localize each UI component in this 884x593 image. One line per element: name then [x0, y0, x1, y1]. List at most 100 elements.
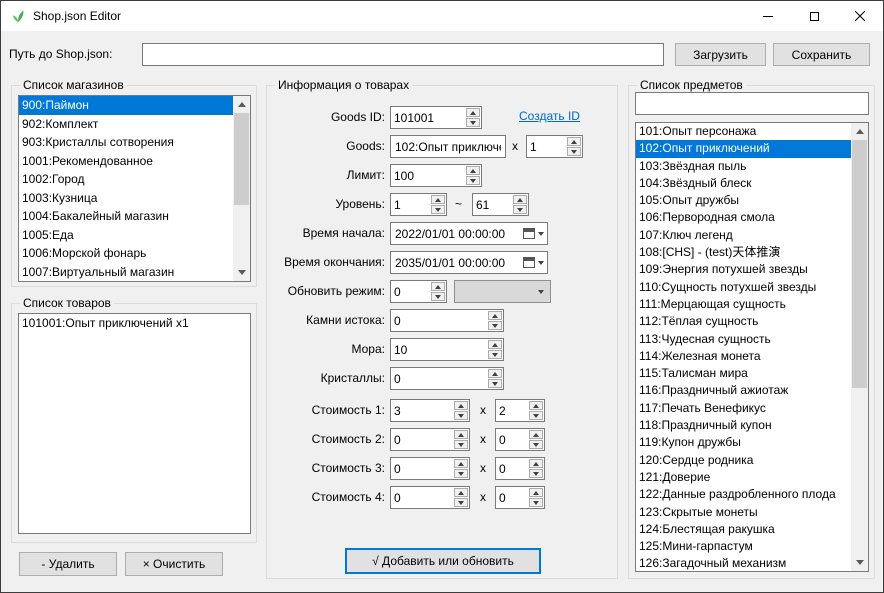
- list-item[interactable]: 101:Опыт персонажа: [636, 123, 851, 140]
- save-button[interactable]: Сохранить: [773, 43, 870, 66]
- list-item[interactable]: 903:Кристаллы сотворения: [19, 133, 233, 152]
- list-item[interactable]: 1005:Еда: [19, 226, 233, 245]
- list-item[interactable]: 114:Железная монета: [636, 348, 851, 365]
- list-item[interactable]: 103:Звёздная пыль: [636, 158, 851, 175]
- maximize-button[interactable]: [791, 1, 837, 31]
- crystal-input[interactable]: [391, 368, 487, 389]
- goods-id-input[interactable]: [391, 107, 465, 128]
- list-item[interactable]: 117:Печать Венефикус: [636, 400, 851, 417]
- level-min-input[interactable]: [391, 194, 430, 215]
- mora-input[interactable]: [391, 339, 487, 360]
- cost-4-count-input[interactable]: [496, 487, 528, 508]
- spin-down-button[interactable]: [488, 321, 502, 330]
- spin-up-button[interactable]: [431, 282, 445, 291]
- spin-up-button[interactable]: [529, 430, 543, 439]
- item-listbox[interactable]: 101:Опыт персонажа102:Опыт приключений10…: [635, 122, 869, 572]
- path-input[interactable]: [142, 43, 664, 66]
- list-item[interactable]: 121:Доверие: [636, 469, 851, 486]
- spin-down-button[interactable]: [431, 292, 445, 301]
- list-item[interactable]: 902:Комплект: [19, 115, 233, 134]
- list-item[interactable]: 112:Тёплая сущность: [636, 313, 851, 330]
- list-item[interactable]: 111:Мерцающая сущность: [636, 296, 851, 313]
- limit-input[interactable]: [391, 165, 465, 186]
- goods-input[interactable]: [390, 135, 506, 158]
- scroll-thumb[interactable]: [852, 140, 867, 388]
- list-item[interactable]: 106:Первородная смола: [636, 209, 851, 226]
- spin-down-button[interactable]: [529, 411, 543, 420]
- list-item[interactable]: 126:Загадочный механизм: [636, 555, 851, 571]
- list-item[interactable]: 123:Скрытые монеты: [636, 504, 851, 521]
- refresh-mode-combo[interactable]: [454, 280, 551, 303]
- spin-up-button[interactable]: [431, 195, 445, 204]
- list-item[interactable]: 109:Энергия потухшей звезды: [636, 261, 851, 278]
- spin-down-button[interactable]: [529, 498, 543, 507]
- scroll-down-button[interactable]: [233, 264, 250, 281]
- spin-up-button[interactable]: [454, 459, 468, 468]
- item-search-input[interactable]: [635, 92, 869, 115]
- cost-4-id-input[interactable]: [391, 487, 453, 508]
- level-max-input[interactable]: [473, 194, 512, 215]
- refresh-mode-input[interactable]: [391, 281, 430, 302]
- spin-down-button[interactable]: [567, 147, 581, 156]
- cost-3-id-input[interactable]: [391, 458, 453, 479]
- shop-list-scrollbar[interactable]: [233, 96, 250, 281]
- spin-down-button[interactable]: [488, 379, 502, 388]
- cost-2-id-input[interactable]: [391, 429, 453, 450]
- cost-2-count-input[interactable]: [496, 429, 528, 450]
- spin-up-button[interactable]: [454, 488, 468, 497]
- end-time-input[interactable]: [391, 256, 519, 270]
- list-item[interactable]: 124:Блестящая ракушка: [636, 521, 851, 538]
- create-id-link[interactable]: Создать ID: [519, 109, 580, 123]
- cost-1-count-input[interactable]: [496, 400, 528, 421]
- list-item[interactable]: 900:Паймон: [19, 96, 233, 115]
- spin-down-button[interactable]: [466, 176, 480, 185]
- spin-up-button[interactable]: [513, 195, 527, 204]
- close-button[interactable]: [837, 1, 883, 31]
- spin-down-button[interactable]: [454, 469, 468, 478]
- list-item[interactable]: 102:Опыт приключений: [636, 140, 851, 157]
- hcoin-input[interactable]: [391, 310, 487, 331]
- end-time-calendar-button[interactable]: [519, 252, 547, 273]
- list-item[interactable]: 101001:Опыт приключений x1: [19, 314, 250, 333]
- list-item[interactable]: 1006:Морской фонарь: [19, 244, 233, 263]
- spin-up-button[interactable]: [466, 108, 480, 117]
- spin-down-button[interactable]: [513, 205, 527, 214]
- spin-up-button[interactable]: [454, 430, 468, 439]
- submit-button[interactable]: √ Добавить или обновить: [345, 548, 541, 574]
- list-item[interactable]: 108:[CHS] - (test)天体推演: [636, 244, 851, 261]
- spin-up-button[interactable]: [529, 401, 543, 410]
- list-item[interactable]: 1002:Город: [19, 170, 233, 189]
- goods-count-input[interactable]: [527, 136, 566, 157]
- list-item[interactable]: 104:Звёздный блеск: [636, 175, 851, 192]
- list-item[interactable]: 105:Опыт дружбы: [636, 192, 851, 209]
- spin-up-button[interactable]: [488, 369, 502, 378]
- list-item[interactable]: 119:Купон дружбы: [636, 434, 851, 451]
- list-item[interactable]: 110:Сущность потухшей звезды: [636, 279, 851, 296]
- spin-down-button[interactable]: [454, 411, 468, 420]
- minimize-button[interactable]: [745, 1, 791, 31]
- list-item[interactable]: 115:Талисман мира: [636, 365, 851, 382]
- shop-listbox[interactable]: 900:Паймон902:Комплект903:Кристаллы сотв…: [18, 95, 251, 282]
- scroll-thumb[interactable]: [234, 113, 249, 205]
- spin-up-button[interactable]: [488, 340, 502, 349]
- spin-down-button[interactable]: [454, 440, 468, 449]
- goods-listbox[interactable]: 101001:Опыт приключений x1: [18, 313, 251, 534]
- load-button[interactable]: Загрузить: [675, 43, 766, 66]
- spin-up-button[interactable]: [488, 311, 502, 320]
- list-item[interactable]: 120:Сердце родника: [636, 452, 851, 469]
- list-item[interactable]: 122:Данные раздробленного плода: [636, 486, 851, 503]
- spin-down-button[interactable]: [466, 118, 480, 127]
- spin-down-button[interactable]: [454, 498, 468, 507]
- spin-down-button[interactable]: [431, 205, 445, 214]
- delete-button[interactable]: - Удалить: [19, 552, 117, 576]
- spin-up-button[interactable]: [466, 166, 480, 175]
- list-item[interactable]: 107:Ключ легенд: [636, 227, 851, 244]
- clear-button[interactable]: × Очистить: [125, 552, 223, 576]
- spin-up-button[interactable]: [454, 401, 468, 410]
- spin-down-button[interactable]: [529, 440, 543, 449]
- list-item[interactable]: 1004:Бакалейный магазин: [19, 207, 233, 226]
- begin-time-input[interactable]: [391, 227, 519, 241]
- scroll-up-button[interactable]: [233, 96, 250, 113]
- spin-down-button[interactable]: [529, 469, 543, 478]
- item-list-scrollbar[interactable]: [851, 123, 868, 571]
